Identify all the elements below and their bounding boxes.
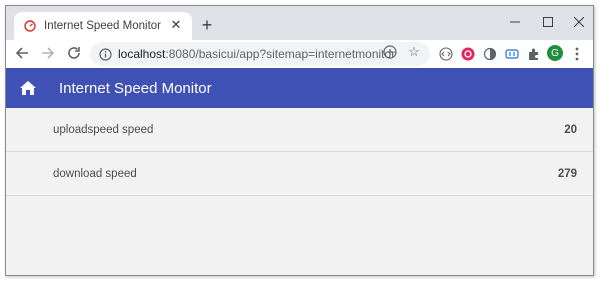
minimize-button[interactable]: [504, 12, 526, 32]
item-value: 20: [564, 123, 577, 136]
extension-audio-icon[interactable]: [504, 46, 520, 62]
page-title: Internet Speed Monitor: [59, 79, 212, 97]
bookmark-star-icon[interactable]: ☆: [406, 44, 422, 60]
url-path: :8080/basicui/app?sitemap=internetmonito…: [165, 47, 396, 61]
item-value: 279: [557, 167, 577, 180]
list-item-download-speed: download speed 279: [6, 152, 593, 196]
browser-window: Internet Speed Monitor ✕ + localhost:808…: [5, 5, 594, 276]
list-item-upload-speed: uploadspeed speed 20: [6, 108, 593, 152]
maximize-button[interactable]: [537, 12, 559, 32]
url-text: localhost:8080/basicui/app?sitemap=inter…: [118, 47, 395, 61]
item-list: uploadspeed speed 20 download speed 279: [6, 108, 593, 275]
close-window-button[interactable]: [568, 12, 590, 32]
browser-tab[interactable]: Internet Speed Monitor ✕: [14, 12, 192, 40]
item-label: download speed: [53, 167, 137, 180]
extensions-puzzle-icon[interactable]: [526, 46, 542, 62]
info-icon[interactable]: [98, 47, 112, 61]
new-tab-button[interactable]: +: [197, 15, 217, 35]
tab-strip: Internet Speed Monitor ✕ +: [6, 6, 593, 40]
extension-red-icon[interactable]: [460, 46, 476, 62]
zoom-icon[interactable]: [382, 44, 398, 60]
extension-darkmode-icon[interactable]: [482, 46, 498, 62]
url-host: localhost: [118, 47, 166, 61]
tab-title: Internet Speed Monitor: [44, 20, 161, 32]
app-header: Internet Speed Monitor: [6, 68, 593, 108]
speed-gauge-icon: [24, 20, 36, 32]
tab-close-icon[interactable]: ✕: [168, 17, 184, 33]
forward-icon[interactable]: [38, 43, 58, 63]
back-icon[interactable]: [12, 43, 32, 63]
extension-code-icon[interactable]: [438, 46, 454, 62]
browser-toolbar: localhost:8080/basicui/app?sitemap=inter…: [6, 40, 593, 68]
home-icon[interactable]: [8, 68, 48, 108]
address-bar[interactable]: localhost:8080/basicui/app?sitemap=inter…: [90, 42, 430, 66]
item-label: uploadspeed speed: [53, 123, 154, 136]
profile-avatar[interactable]: G: [547, 45, 563, 61]
reload-icon[interactable]: [64, 43, 84, 63]
more-menu-icon[interactable]: [572, 45, 582, 63]
